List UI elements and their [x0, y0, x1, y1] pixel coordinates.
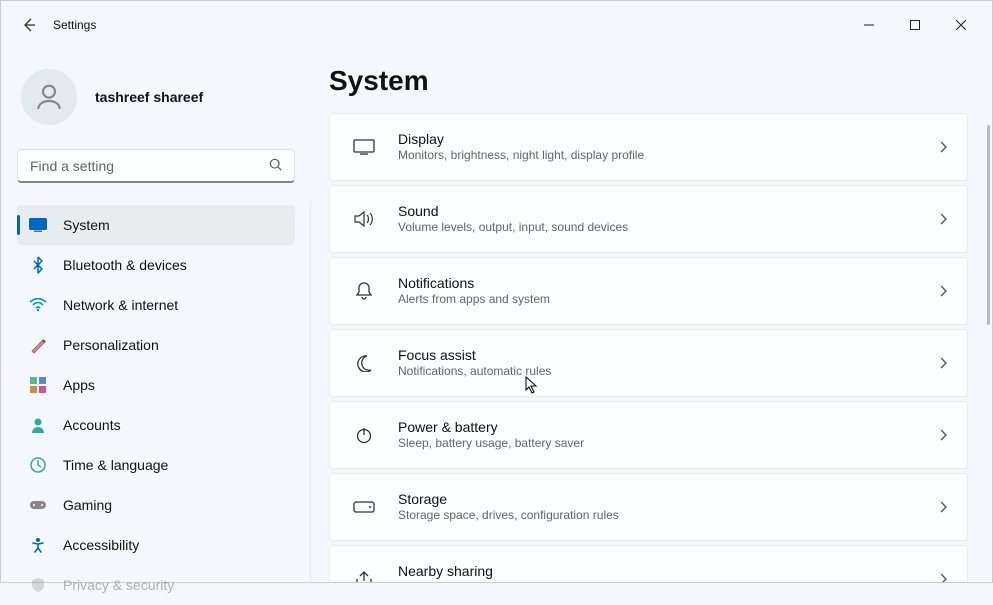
card-desc: Discoverability, received files location — [398, 580, 939, 582]
maximize-icon — [910, 20, 920, 30]
nav-label: Time & language — [63, 457, 168, 473]
nav-label: Personalization — [63, 337, 159, 353]
content-area: System Display Monitors, brightness, nig… — [311, 49, 992, 582]
nav-item-time-language[interactable]: Time & language — [17, 445, 295, 485]
chevron-right-icon — [939, 141, 947, 153]
card-notifications[interactable]: Notifications Alerts from apps and syste… — [329, 257, 968, 325]
card-body: Storage Storage space, drives, configura… — [398, 490, 939, 524]
chevron-right-icon — [939, 357, 947, 369]
share-icon — [350, 570, 378, 582]
nav-label: Gaming — [63, 497, 112, 513]
card-body: Power & battery Sleep, battery usage, ba… — [398, 418, 939, 452]
card-title: Power & battery — [398, 418, 939, 436]
chevron-right-icon — [939, 213, 947, 225]
nav-item-accessibility[interactable]: Accessibility — [17, 525, 295, 565]
chevron-right-icon — [939, 429, 947, 441]
nav-list: System Bluetooth & devices Network & int… — [17, 205, 295, 605]
card-power-battery[interactable]: Power & battery Sleep, battery usage, ba… — [329, 401, 968, 469]
sound-icon — [350, 210, 378, 228]
chevron-right-icon — [939, 501, 947, 513]
card-body: Notifications Alerts from apps and syste… — [398, 274, 939, 308]
nav-label: Bluetooth & devices — [63, 257, 187, 273]
nav-label: Privacy & security — [63, 577, 174, 593]
card-desc: Notifications, automatic rules — [398, 364, 939, 380]
avatar — [21, 69, 77, 125]
close-button[interactable] — [938, 9, 984, 41]
nav-item-personalization[interactable]: Personalization — [17, 325, 295, 365]
person-icon — [33, 81, 65, 113]
nav-item-network[interactable]: Network & internet — [17, 285, 295, 325]
card-desc: Sleep, battery usage, battery saver — [398, 436, 939, 452]
minimize-icon — [864, 20, 874, 30]
card-body: Display Monitors, brightness, night ligh… — [398, 130, 939, 164]
search-icon — [269, 158, 283, 172]
bluetooth-icon — [29, 256, 47, 274]
card-desc: Volume levels, output, input, sound devi… — [398, 220, 939, 236]
search-input[interactable] — [17, 149, 295, 183]
search-container — [17, 149, 295, 183]
card-desc: Alerts from apps and system — [398, 292, 939, 308]
nav-label: Accounts — [63, 417, 121, 433]
storage-icon — [350, 501, 378, 513]
window-title: Settings — [53, 18, 96, 32]
user-profile[interactable]: tashreef shareef — [17, 65, 295, 129]
card-title: Storage — [398, 490, 939, 508]
scrollbar[interactable] — [987, 125, 990, 325]
chevron-right-icon — [939, 573, 947, 582]
nav-label: System — [63, 217, 110, 233]
card-display[interactable]: Display Monitors, brightness, night ligh… — [329, 113, 968, 181]
power-icon — [350, 426, 378, 444]
nav-label: Network & internet — [63, 297, 178, 313]
card-title: Nearby sharing — [398, 562, 939, 580]
apps-icon — [29, 376, 47, 394]
nav-item-apps[interactable]: Apps — [17, 365, 295, 405]
card-desc: Storage space, drives, configuration rul… — [398, 508, 939, 524]
moon-icon — [350, 354, 378, 372]
card-sound[interactable]: Sound Volume levels, output, input, soun… — [329, 185, 968, 253]
page-title: System — [329, 65, 968, 97]
nav-label: Apps — [63, 377, 95, 393]
shield-icon — [29, 576, 47, 594]
minimize-button[interactable] — [846, 9, 892, 41]
nav-item-accounts[interactable]: Accounts — [17, 405, 295, 445]
accessibility-icon — [29, 536, 47, 554]
clock-globe-icon — [29, 456, 47, 474]
nav-item-system[interactable]: System — [17, 205, 295, 245]
nav-item-privacy[interactable]: Privacy & security — [17, 565, 295, 605]
card-title: Notifications — [398, 274, 939, 292]
card-storage[interactable]: Storage Storage space, drives, configura… — [329, 473, 968, 541]
arrow-left-icon — [21, 17, 37, 33]
card-title: Focus assist — [398, 346, 939, 364]
paintbrush-icon — [29, 336, 47, 354]
display-icon — [350, 139, 378, 155]
card-body: Sound Volume levels, output, input, soun… — [398, 202, 939, 236]
sidebar: tashreef shareef System Bluetooth & devi… — [1, 49, 311, 582]
card-body: Focus assist Notifications, automatic ru… — [398, 346, 939, 380]
maximize-button[interactable] — [892, 9, 938, 41]
settings-cards: Display Monitors, brightness, night ligh… — [329, 113, 968, 582]
window-controls — [846, 9, 984, 41]
wifi-icon — [29, 296, 47, 314]
card-title: Sound — [398, 202, 939, 220]
nav-item-bluetooth[interactable]: Bluetooth & devices — [17, 245, 295, 285]
card-title: Display — [398, 130, 939, 148]
back-button[interactable] — [9, 5, 49, 45]
nav-label: Accessibility — [63, 537, 139, 553]
system-icon — [29, 216, 47, 234]
nav-item-gaming[interactable]: Gaming — [17, 485, 295, 525]
card-desc: Monitors, brightness, night light, displ… — [398, 148, 939, 164]
bell-icon — [350, 281, 378, 301]
account-icon — [29, 416, 47, 434]
username: tashreef shareef — [95, 89, 203, 105]
card-nearby-sharing[interactable]: Nearby sharing Discoverability, received… — [329, 545, 968, 582]
card-focus-assist[interactable]: Focus assist Notifications, automatic ru… — [329, 329, 968, 397]
card-body: Nearby sharing Discoverability, received… — [398, 562, 939, 582]
close-icon — [956, 20, 966, 30]
chevron-right-icon — [939, 285, 947, 297]
titlebar: Settings — [1, 1, 992, 49]
gamepad-icon — [29, 496, 47, 514]
